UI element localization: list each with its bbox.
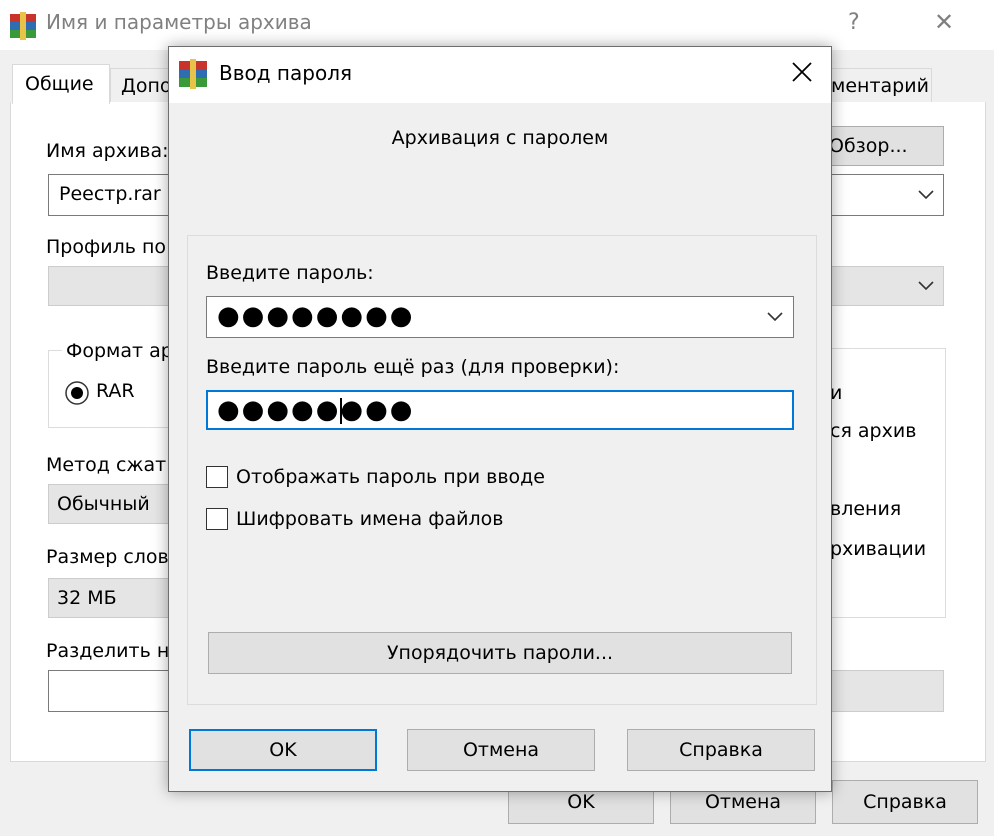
password-value: ●●●●●●●● — [217, 301, 415, 331]
option-text-2: ся архив — [830, 420, 917, 442]
split-units-select[interactable] — [826, 670, 944, 712]
password-field[interactable]: ●●●●●●●● — [206, 296, 794, 338]
dict-label: Размер слов — [46, 546, 169, 568]
confirm-password-label: Введите пароль ещё раз (для проверки): — [206, 356, 620, 378]
dialog-cancel-button[interactable]: Отмена — [407, 729, 595, 771]
tab-comment-label: ментарий — [831, 75, 929, 97]
password-label: Введите пароль: — [206, 262, 374, 284]
format-group-label: Формат ар — [62, 340, 177, 362]
method-select[interactable]: Обычный — [48, 484, 172, 524]
chevron-down-icon[interactable] — [917, 278, 935, 294]
organize-passwords-label: Упорядочить пароли... — [386, 642, 614, 664]
encrypt-names-label[interactable]: Шифровать имена файлов — [236, 508, 503, 530]
dialog-help-label: Справка — [679, 739, 763, 761]
profile-label: Профиль по — [46, 236, 166, 258]
close-icon[interactable] — [787, 57, 817, 87]
winrar-app-icon — [179, 59, 207, 89]
background-help-button[interactable]: Справка — [832, 780, 978, 824]
password-group: Введите пароль: ●●●●●●●● Введите пароль … — [187, 235, 817, 705]
tab-general-label: Общие — [25, 73, 94, 95]
text-cursor — [340, 398, 342, 424]
confirm-password-value: ●●●●●●●● — [217, 395, 415, 425]
dialog-ok-label: OK — [269, 739, 297, 761]
show-password-label[interactable]: Отображать пароль при вводе — [236, 466, 545, 488]
dialog-help-button[interactable]: Справка — [627, 729, 815, 771]
dialog-heading: Архивация с паролем — [391, 127, 609, 149]
dialog-ok-button[interactable]: OK — [189, 729, 377, 771]
browse-button[interactable]: Обзор... — [816, 126, 944, 166]
show-password-checkbox[interactable] — [206, 466, 228, 488]
help-icon[interactable]: ? — [848, 10, 860, 35]
format-rar-label: RAR — [96, 380, 135, 402]
background-window-title: Имя и параметры архива — [46, 10, 312, 34]
dialog-body: Архивация с паролем Введите пароль: ●●●●… — [169, 103, 831, 791]
tab-comment[interactable]: ментарий — [818, 68, 932, 102]
archive-name-value: Реестр.rar — [59, 183, 161, 205]
option-text-4: рхивации — [830, 538, 927, 560]
option-text-3: вления — [830, 498, 902, 520]
archive-name-label: Имя архива: — [46, 140, 169, 162]
background-close-icon[interactable]: ✕ — [934, 8, 954, 36]
background-ok-label: OK — [567, 791, 595, 813]
browse-button-label: Обзор... — [829, 135, 908, 157]
dict-value: 32 МБ — [57, 587, 117, 609]
dialog-cancel-label: Отмена — [462, 739, 540, 761]
dialog-title: Ввод пароля — [219, 61, 353, 85]
password-dialog: Ввод пароля Архивация с паролем Введите … — [168, 46, 832, 792]
winrar-app-icon — [10, 12, 36, 40]
background-help-label: Справка — [863, 791, 947, 813]
tab-general[interactable]: Общие — [12, 64, 110, 104]
confirm-password-field[interactable]: ●●●●●●●● — [206, 390, 794, 430]
background-cancel-label: Отмена — [704, 791, 782, 813]
method-label: Метод сжат — [46, 454, 167, 476]
encrypt-names-checkbox[interactable] — [206, 508, 228, 530]
dict-select[interactable]: 32 МБ — [48, 578, 172, 618]
organize-passwords-button[interactable]: Упорядочить пароли... — [208, 632, 792, 674]
radio-rar[interactable] — [64, 380, 90, 406]
chevron-down-icon[interactable] — [765, 309, 785, 325]
split-label: Разделить н — [46, 640, 170, 662]
method-value: Обычный — [57, 493, 150, 515]
chevron-down-icon[interactable] — [917, 187, 935, 203]
tab-additional-label: Допо — [121, 75, 172, 97]
split-field[interactable] — [48, 670, 172, 712]
